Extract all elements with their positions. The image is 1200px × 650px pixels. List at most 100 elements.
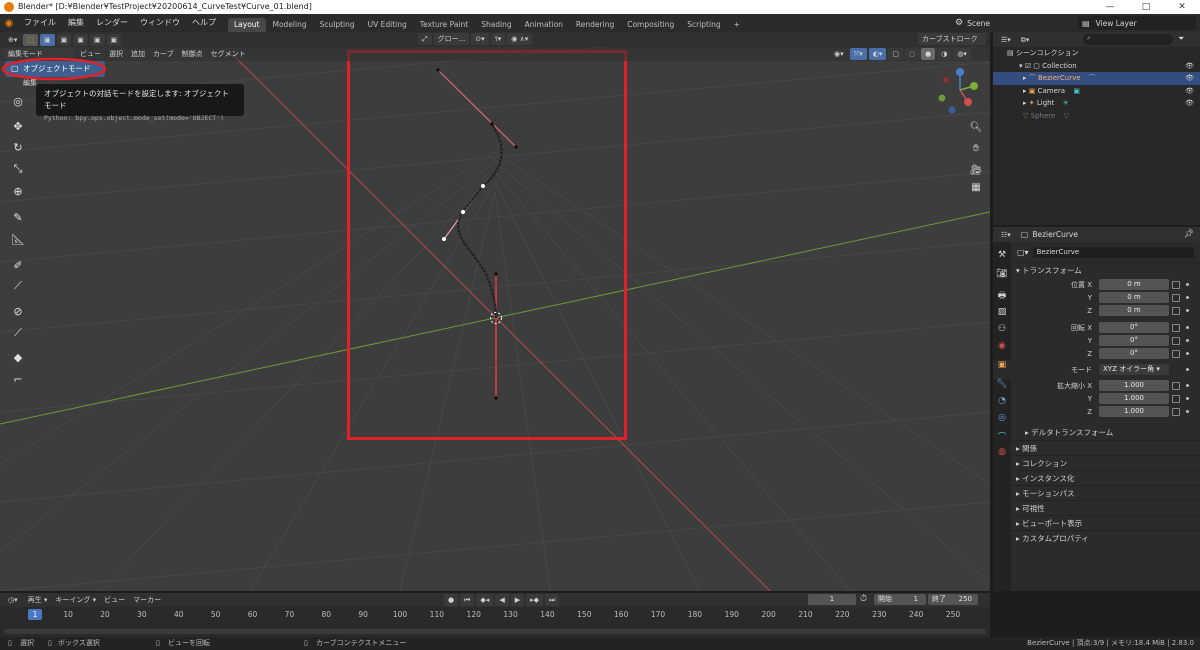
outliner-editor-icon[interactable]: ☰▾: [997, 34, 1015, 46]
rotation-z-field[interactable]: 0°: [1099, 348, 1169, 359]
output-tab-icon[interactable]: 🖶︎: [993, 288, 1011, 307]
maximize-button[interactable]: □: [1128, 0, 1164, 14]
transform-tool-icon[interactable]: ⊕: [8, 182, 28, 200]
record-icon[interactable]: ●: [444, 594, 459, 606]
location-y-field[interactable]: 0 m: [1099, 292, 1169, 303]
eye-icon[interactable]: 👁︎: [1185, 97, 1194, 110]
radius-tool-icon[interactable]: ⊘: [8, 302, 28, 320]
keyframe-dot-icon[interactable]: [1186, 352, 1189, 355]
location-z-field[interactable]: 0 m: [1099, 305, 1169, 316]
outliner-item-sphere[interactable]: ▽ Sphere ▽: [993, 110, 1200, 123]
keyframe-dot-icon[interactable]: [1186, 339, 1189, 342]
view-layer-selector[interactable]: ▤ View Layer: [1078, 16, 1196, 30]
lock-icon[interactable]: [1172, 408, 1180, 416]
rotation-y-field[interactable]: 0°: [1099, 335, 1169, 346]
prev-keyframe-icon[interactable]: ◆◂: [476, 594, 494, 606]
rotate-tool-icon[interactable]: ↻: [8, 138, 28, 156]
wireframe-shading-icon[interactable]: ◌: [905, 48, 920, 60]
select-tool-icon[interactable]: ⬚: [23, 33, 39, 46]
zoom-icon[interactable]: 🔍︎: [968, 122, 984, 136]
outliner-item-light[interactable]: ▸ ✦ Light ☀ 👁︎: [993, 97, 1200, 110]
material-tab-icon[interactable]: ◍: [993, 447, 1011, 464]
select-extend-icon[interactable]: ▣: [56, 33, 72, 46]
properties-editor-icon[interactable]: ☷▾: [997, 229, 1015, 241]
select-subtract-icon[interactable]: ▣: [73, 33, 88, 46]
eye-icon[interactable]: 👁︎: [1185, 85, 1194, 98]
tilt-tool-icon[interactable]: ⟋: [8, 324, 28, 342]
overlay-icon[interactable]: ◐▾: [868, 48, 887, 60]
jump-start-icon[interactable]: ⏮: [460, 594, 475, 606]
visibility-icon[interactable]: ◉▾: [830, 48, 848, 60]
draw-curve-tool-icon[interactable]: ✐: [8, 256, 28, 274]
transform-orientation[interactable]: ⤢ グロー... ⊙▾ ⫯▾ ◉ ∧▾: [418, 33, 534, 45]
scene-selector[interactable]: ⚙ Scene: [955, 16, 1047, 30]
move-tool-icon[interactable]: ✥: [8, 117, 28, 135]
lock-icon[interactable]: [1172, 281, 1180, 289]
lock-icon[interactable]: [1172, 294, 1180, 302]
world-tab-icon[interactable]: ◉: [993, 341, 1011, 360]
lock-icon[interactable]: [1172, 307, 1180, 315]
stopwatch-icon[interactable]: ⏱: [860, 594, 867, 604]
timeline-scrollbar[interactable]: [4, 629, 986, 634]
proportional-edit-icon[interactable]: ◉ ∧▾: [507, 33, 533, 45]
outliner-scene-collection[interactable]: ▤ シーンコレクション: [993, 47, 1200, 60]
modifier-tab-icon[interactable]: 🔧︎: [993, 379, 1011, 396]
view-layer-tab-icon[interactable]: ▨: [993, 307, 1011, 324]
scale-z-field[interactable]: 1.000: [1099, 406, 1169, 417]
keyframe-dot-icon[interactable]: [1186, 326, 1189, 329]
tab-compositing[interactable]: Compositing: [621, 18, 680, 32]
keyframe-dot-icon[interactable]: [1186, 397, 1189, 400]
scale-y-field[interactable]: 1.000: [1099, 393, 1169, 404]
next-keyframe-icon[interactable]: ▸◆: [526, 594, 544, 606]
pivot-icon[interactable]: ⊙▾: [471, 33, 489, 45]
measure-tool-icon[interactable]: 📐︎: [8, 230, 28, 248]
display-mode-icon[interactable]: ⧉▾: [1017, 34, 1034, 46]
bezier-curve[interactable]: [436, 68, 518, 400]
filter-icon[interactable]: ⏷: [1178, 34, 1184, 44]
tab-uv-editing[interactable]: UV Editing: [362, 18, 413, 32]
tab-shading[interactable]: Shading: [475, 18, 517, 32]
close-button[interactable]: ✕: [1164, 0, 1200, 14]
physics-tab-icon[interactable]: ◎: [993, 413, 1011, 430]
gizmo-icon[interactable]: ⤧▾: [849, 48, 867, 60]
lock-icon[interactable]: [1172, 337, 1180, 345]
section-custom-properties[interactable]: ▸ カスタムプロパティ: [1011, 530, 1200, 545]
xray-icon[interactable]: ▢: [888, 48, 903, 60]
orientation-dropdown[interactable]: グロー...: [433, 33, 470, 45]
section-instancing[interactable]: ▸ インスタンス化: [1011, 470, 1200, 485]
pan-hand-icon[interactable]: ✋︎: [968, 143, 984, 157]
tab-animation[interactable]: Animation: [519, 18, 569, 32]
scale-tool-icon[interactable]: ⤡: [8, 160, 28, 178]
delta-transform-panel[interactable]: ▸ デルタトランスフォーム: [1011, 425, 1200, 440]
timeline-area[interactable]: 1 10 20 30 40 50 60 70 80 90 100 110 120 130 140 150 160…: [0, 607, 990, 637]
scene-tab-icon[interactable]: ⚇: [993, 324, 1011, 341]
eye-icon[interactable]: 👁︎: [1185, 60, 1194, 73]
play-reverse-icon[interactable]: ◀: [495, 594, 509, 606]
tab-rendering[interactable]: Rendering: [570, 18, 620, 32]
select-invert-icon[interactable]: ▣: [89, 33, 105, 46]
menu-select[interactable]: 選択: [105, 48, 127, 60]
lock-icon[interactable]: [1172, 350, 1180, 358]
rendered-shading-icon[interactable]: ◍▾: [953, 48, 971, 60]
annotate-tool-icon[interactable]: ✎: [8, 208, 28, 226]
keyframe-dot-icon[interactable]: [1186, 296, 1189, 299]
cursor-tool-icon[interactable]: ◎: [8, 92, 28, 110]
randomize-tool-icon[interactable]: ◆: [8, 348, 28, 366]
outliner-item-collection[interactable]: ▾ ☑ ▢ Collection 👁︎: [993, 60, 1200, 73]
lock-icon[interactable]: [1172, 382, 1180, 390]
start-frame-field[interactable]: 開始 1: [874, 594, 926, 605]
section-collections[interactable]: ▸ コレクション: [1011, 455, 1200, 470]
lock-icon[interactable]: [1172, 324, 1180, 332]
timeline-editor-icon[interactable]: ◷▾: [4, 594, 22, 606]
render-tab-icon[interactable]: 📷︎: [993, 269, 1011, 288]
tool-tab-icon[interactable]: ⚒: [993, 250, 1011, 269]
eye-icon[interactable]: 👁︎: [1185, 72, 1194, 85]
outliner-item-beziercurve[interactable]: ▸ ⌒ BezierCurve ⌒ 👁︎: [993, 72, 1200, 85]
menu-playback[interactable]: 再生 ▾: [24, 594, 52, 606]
scale-x-field[interactable]: 1.000: [1099, 380, 1169, 391]
jump-end-icon[interactable]: ⏭: [545, 594, 560, 606]
outliner-search-input[interactable]: ⌕: [1083, 34, 1173, 45]
select-intersect-icon[interactable]: ▣: [106, 33, 122, 46]
object-tab-icon[interactable]: ▣: [993, 360, 1011, 379]
editor-type-icon[interactable]: ⊕▾: [4, 34, 21, 46]
